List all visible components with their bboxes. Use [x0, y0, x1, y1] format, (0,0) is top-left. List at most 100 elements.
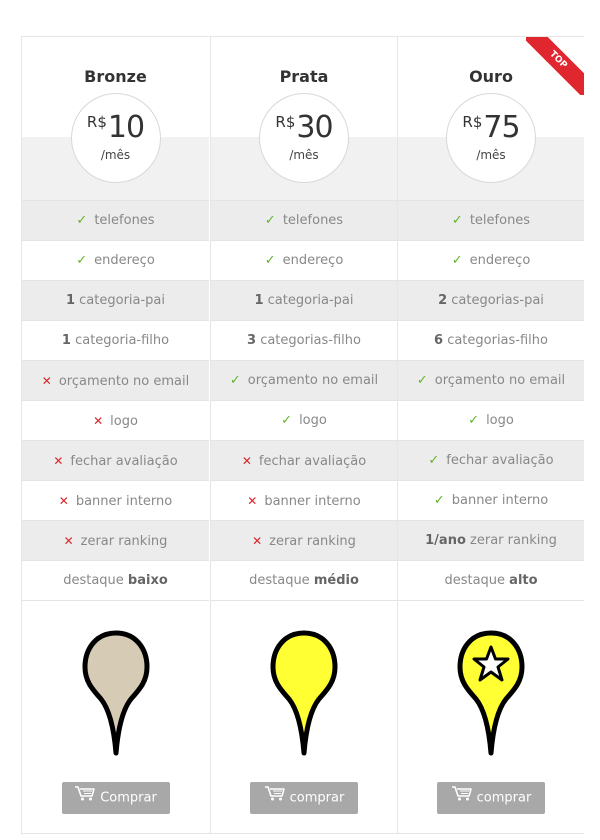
price-currency: R$ [462, 113, 483, 131]
feature-row: ✕ banner interno [22, 480, 209, 520]
plan-column-prata: Prata R$30/mês ✓ telefones ✓ endereço 1 catego… [210, 37, 397, 833]
price-line: R$30 [260, 110, 348, 145]
feature-quantity: 1/ano [425, 533, 466, 548]
price-currency: R$ [86, 113, 107, 131]
feature-label: logo [299, 413, 327, 428]
plan-column-ouro: Ouro R$75/mês TOP ✓ telefones ✓ endereço 2 cate… [397, 37, 584, 833]
feature-row: ✓ endereço [22, 240, 209, 280]
top-ribbon: TOP [526, 37, 584, 95]
buy-button[interactable]: comprar [250, 782, 358, 814]
feature-row: ✓ telefones [22, 200, 209, 240]
shopping-cart-icon [451, 782, 473, 814]
feature-level: baixo [127, 573, 168, 588]
buy-button[interactable]: Comprar [61, 782, 170, 814]
feature-row: 3 categorias-filho [211, 320, 397, 360]
check-icon: ✓ [468, 413, 480, 428]
pricing-table: Bronze R$10/mês ✓ telefones ✓ endereço 1 categ… [21, 36, 584, 834]
cross-icon: ✕ [247, 494, 258, 508]
feature-row: 1 categoria-filho [22, 320, 209, 360]
feature-row: 1 categoria-pai [211, 280, 397, 320]
map-pin-icon [269, 629, 339, 759]
check-icon: ✓ [451, 253, 463, 268]
feature-row: 2 categorias-pai [398, 280, 584, 320]
feature-quantity: 2 [438, 293, 448, 308]
buy-button[interactable]: comprar [437, 782, 545, 814]
feature-row: 6 categorias-filho [398, 320, 584, 360]
feature-label: orçamento no email [434, 373, 566, 388]
feature-label: endereço [282, 253, 344, 268]
plan-footer: comprar [398, 600, 584, 834]
plan-header: Prata R$30/mês [211, 37, 397, 200]
map-pin-icon [456, 629, 526, 759]
plan-footer: Comprar [22, 600, 209, 834]
feature-label: logo [486, 413, 514, 428]
map-pin-icon [81, 629, 151, 759]
price-amount: 30 [296, 110, 333, 145]
feature-label: endereço [94, 253, 155, 268]
cross-icon: ✕ [241, 454, 252, 468]
feature-label: fechar avaliação [258, 454, 367, 469]
cross-icon: ✕ [93, 414, 104, 428]
map-pin-svg [457, 630, 525, 756]
price-period: /mês [476, 148, 506, 162]
feature-label: destaque [444, 573, 510, 588]
feature-row: ✓ telefones [211, 200, 397, 240]
cross-icon: ✕ [41, 374, 52, 388]
feature-label: categorias-pai [451, 293, 544, 308]
feature-row: 1/ano zerar ranking [398, 520, 584, 560]
feature-row: ✓ endereço [211, 240, 397, 280]
price-period: /mês [289, 148, 319, 162]
top-badge: TOP [526, 37, 584, 95]
feature-quantity: 1 [65, 293, 76, 308]
feature-label: categoria-pai [267, 293, 354, 308]
check-icon: ✓ [76, 253, 88, 268]
buy-button-label: Comprar [100, 790, 157, 806]
buy-button-label: comprar [289, 790, 345, 806]
cross-icon: ✕ [63, 534, 74, 548]
pin-shape [270, 630, 338, 756]
feature-row: destaque alto [398, 560, 584, 600]
feature-label: telefones [469, 213, 531, 228]
feature-label: zerar ranking [80, 534, 168, 549]
feature-row: ✓ telefones [398, 200, 584, 240]
price-circle: R$75/mês [446, 93, 536, 183]
feature-row: ✕ banner interno [211, 480, 397, 520]
map-pin-svg [82, 630, 149, 756]
feature-label: zerar ranking [470, 533, 557, 548]
price-amount: 75 [483, 110, 520, 145]
feature-row: ✓ banner interno [398, 480, 584, 520]
feature-row: ✕ fechar avaliação [211, 440, 397, 480]
shopping-cart-icon [74, 782, 96, 814]
feature-row: ✓ fechar avaliação [398, 440, 584, 480]
cross-icon: ✕ [53, 454, 64, 468]
pin-shape [82, 630, 149, 756]
feature-row: ✕ zerar ranking [211, 520, 397, 560]
price-currency: R$ [275, 113, 296, 131]
price-circle: R$30/mês [259, 93, 349, 183]
feature-row: ✓ orçamento no email [211, 360, 397, 400]
feature-row: ✕ zerar ranking [22, 520, 209, 560]
check-icon: ✓ [264, 213, 276, 228]
price-amount: 10 [107, 110, 145, 145]
price-line: R$10 [72, 110, 160, 145]
feature-row: 1 categoria-pai [22, 280, 209, 320]
plan-footer: comprar [211, 600, 397, 834]
feature-label: orçamento no email [58, 374, 190, 389]
check-icon: ✓ [264, 253, 276, 268]
check-icon: ✓ [433, 493, 445, 508]
feature-label: destaque [63, 573, 128, 588]
check-icon: ✓ [451, 213, 463, 228]
check-icon: ✓ [416, 373, 428, 388]
shopping-cart-icon [264, 782, 286, 814]
map-pin-svg [270, 630, 338, 756]
feature-label: fechar avaliação [70, 454, 178, 469]
feature-row: ✓ logo [398, 400, 584, 440]
plan-name: Bronze [84, 67, 147, 86]
feature-label: endereço [469, 253, 531, 268]
feature-row: ✓ logo [211, 400, 397, 440]
feature-row: ✕ orçamento no email [22, 360, 209, 400]
feature-row: ✕ logo [22, 400, 209, 440]
feature-label: banner interno [451, 493, 549, 508]
feature-quantity: 1 [254, 293, 264, 308]
feature-label: orçamento no email [247, 373, 379, 388]
